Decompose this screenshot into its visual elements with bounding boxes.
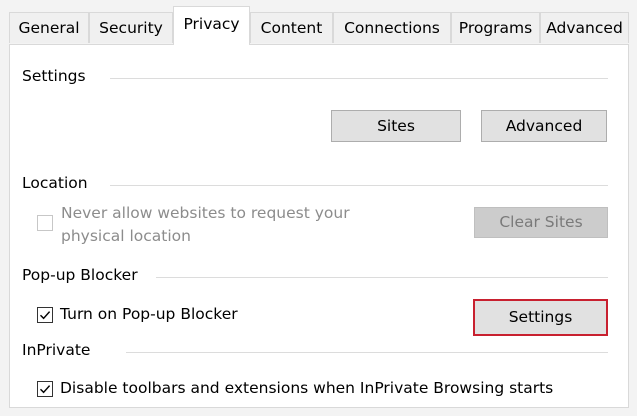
never-allow-location-label-line2: physical location (61, 227, 191, 245)
disable-toolbars-checkbox[interactable] (37, 381, 53, 397)
never-allow-location-label-line1: Never allow websites to request your (61, 204, 350, 222)
settings-divider (110, 78, 608, 79)
popup-heading: Pop-up Blocker (22, 266, 146, 284)
tab-programs[interactable]: Programs (451, 12, 540, 43)
tab-label: Privacy (183, 15, 240, 33)
checkmark-icon (40, 385, 51, 394)
privacy-panel: Settings Sites Advanced Location Never a… (9, 44, 629, 408)
disable-toolbars-label: Disable toolbars and extensions when InP… (60, 379, 554, 397)
tab-content[interactable]: Content (250, 12, 333, 43)
turn-on-popup-blocker-checkbox[interactable] (37, 307, 53, 323)
tab-label: Connections (344, 19, 440, 37)
advanced-button[interactable]: Advanced (481, 110, 607, 142)
never-allow-location-checkbox[interactable] (37, 215, 53, 231)
turn-on-popup-blocker-label: Turn on Pop-up Blocker (60, 305, 238, 323)
tab-label: Advanced (546, 19, 623, 37)
location-heading: Location (22, 174, 96, 192)
location-divider (110, 185, 608, 186)
tab-label: General (18, 19, 80, 37)
settings-heading: Settings (22, 67, 94, 85)
inprivate-heading: InPrivate (22, 341, 99, 359)
tab-general[interactable]: General (9, 12, 89, 43)
checkmark-icon (40, 311, 51, 320)
sites-button[interactable]: Sites (331, 110, 461, 142)
tab-strip: General Security Privacy Content Connect… (9, 0, 629, 45)
tab-privacy[interactable]: Privacy (173, 6, 250, 45)
tab-connections[interactable]: Connections (333, 12, 451, 43)
popup-divider (156, 277, 608, 278)
tab-label: Security (99, 19, 163, 37)
tab-advanced[interactable]: Advanced (540, 12, 629, 43)
tab-security[interactable]: Security (89, 12, 173, 43)
popup-settings-button[interactable]: Settings (473, 299, 608, 336)
tab-label: Programs (458, 19, 533, 37)
tab-label: Content (260, 19, 323, 37)
inprivate-divider (126, 352, 608, 353)
clear-sites-button[interactable]: Clear Sites (474, 207, 608, 238)
